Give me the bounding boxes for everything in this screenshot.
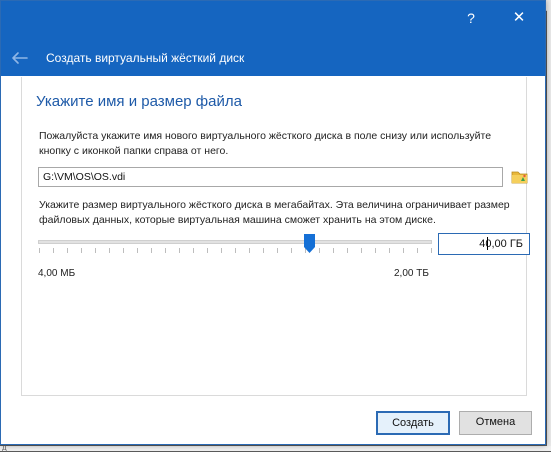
folder-icon [511, 171, 528, 184]
size-slider-thumb[interactable] [304, 234, 316, 253]
size-scale-max: 2,00 ТБ [394, 268, 429, 279]
back-button[interactable] [9, 48, 33, 68]
back-arrow-icon [12, 52, 28, 64]
location-description: Пожалуйста укажите имя нового виртуально… [39, 130, 492, 157]
choose-folder-button[interactable] [510, 167, 530, 187]
size-slider-track[interactable] [38, 240, 432, 244]
background-window-edge [547, 0, 551, 451]
size-description: Укажите размер виртуального жёсткого дис… [39, 199, 510, 226]
help-button[interactable]: ? [458, 7, 484, 29]
cancel-button[interactable]: Отмена [459, 411, 532, 435]
text-caret [487, 237, 488, 250]
disk-size-value: 40,00 ГБ [479, 238, 523, 250]
background-window-strip-bottom: д [0, 443, 551, 452]
create-button[interactable]: Создать [376, 411, 450, 435]
disk-location-input[interactable]: G:\VM\OS\OS.vdi [38, 167, 503, 187]
close-button[interactable]: ✕ [506, 7, 532, 29]
size-scale-min: 4,00 МБ [38, 268, 76, 279]
page-heading: Укажите имя и размер файла [36, 93, 242, 110]
size-slider-ticks [39, 248, 432, 253]
disk-size-input[interactable]: 40,00 ГБ [438, 233, 530, 255]
wizard-title: Создать виртуальный жёсткий диск [46, 51, 245, 65]
dialog-titlebar: ? ✕ Создать виртуальный жёсткий диск [1, 1, 545, 76]
create-virtual-disk-dialog: ? ✕ Создать виртуальный жёсткий диск Ука… [0, 0, 546, 445]
wizard-page: Укажите имя и размер файла Пожалуйста ук… [21, 77, 530, 396]
